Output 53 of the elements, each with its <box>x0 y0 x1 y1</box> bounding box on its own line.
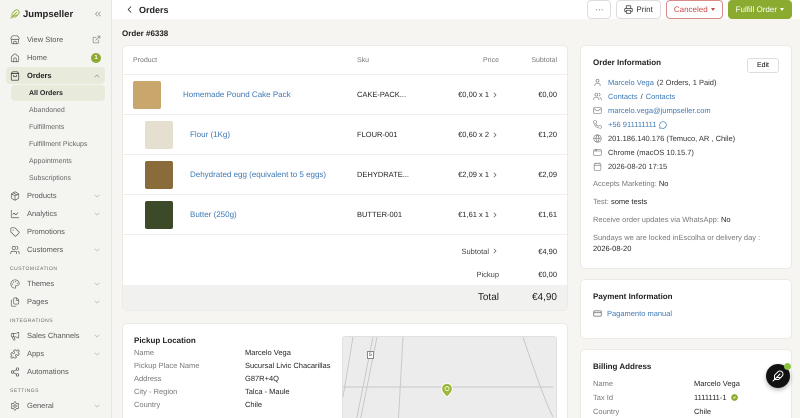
tag-icon <box>10 226 20 236</box>
globe-icon <box>593 134 602 143</box>
card-title: Pickup Location <box>134 336 197 345</box>
map-pin-icon <box>439 382 455 398</box>
card-title: Payment Information <box>593 292 674 301</box>
flour-photo-placeholder <box>145 120 173 148</box>
card-title: Billing Address <box>593 362 652 371</box>
palette-icon <box>10 278 20 288</box>
pages-icon <box>10 296 20 306</box>
online-dot <box>784 363 791 370</box>
users-icon <box>10 244 20 254</box>
egg-photo-placeholder <box>145 160 173 188</box>
printer-icon <box>624 5 634 14</box>
box-icon <box>10 190 20 200</box>
chevron-right-icon <box>491 90 499 98</box>
chevron-right-icon <box>491 210 499 218</box>
card-icon <box>593 309 602 318</box>
status-dropdown[interactable]: Canceled <box>666 0 723 19</box>
feather-icon <box>772 370 784 382</box>
chart-icon <box>10 208 20 218</box>
chevron-right-icon <box>491 247 499 255</box>
collapse-icon[interactable] <box>93 9 103 19</box>
calendar-icon <box>593 162 602 171</box>
product-link[interactable]: Flour (1Kg) <box>190 130 230 139</box>
product-link[interactable]: Butter (250g) <box>190 210 237 219</box>
cake-photo-placeholder <box>133 80 161 108</box>
megaphone-icon <box>10 330 20 340</box>
card-title: Order Information <box>593 58 662 67</box>
chevron-right-icon <box>491 130 499 138</box>
total-label: Total <box>476 292 499 303</box>
product-link[interactable]: Homemade Pound Cake Pack <box>183 90 291 99</box>
leaf-icon <box>10 9 20 19</box>
print-button[interactable]: Print <box>616 0 661 19</box>
total-value: €4,90 <box>530 292 557 303</box>
more-button[interactable]: ··· <box>587 0 612 19</box>
user-icon <box>593 78 602 87</box>
order-title: Order #6338 <box>122 29 170 38</box>
back-link[interactable]: Orders <box>124 4 169 15</box>
phone-icon <box>593 120 602 129</box>
share-icon <box>10 366 20 376</box>
puzzle-icon <box>10 348 20 358</box>
butter-photo-placeholder <box>145 200 173 228</box>
users-icon <box>593 92 602 101</box>
product-link[interactable]: Dehydrated egg (equivalent to 5 eggs) <box>190 170 326 179</box>
chevron-right-icon <box>491 170 499 178</box>
chat-bubble-icon[interactable] <box>659 120 668 128</box>
brand-logo[interactable]: Jumpseller <box>10 8 74 20</box>
browser-icon <box>593 148 602 157</box>
mail-icon <box>593 106 602 115</box>
settings-icon <box>10 400 20 410</box>
store-icon <box>10 34 20 44</box>
home-icon <box>10 52 20 62</box>
bag-icon <box>10 70 20 80</box>
